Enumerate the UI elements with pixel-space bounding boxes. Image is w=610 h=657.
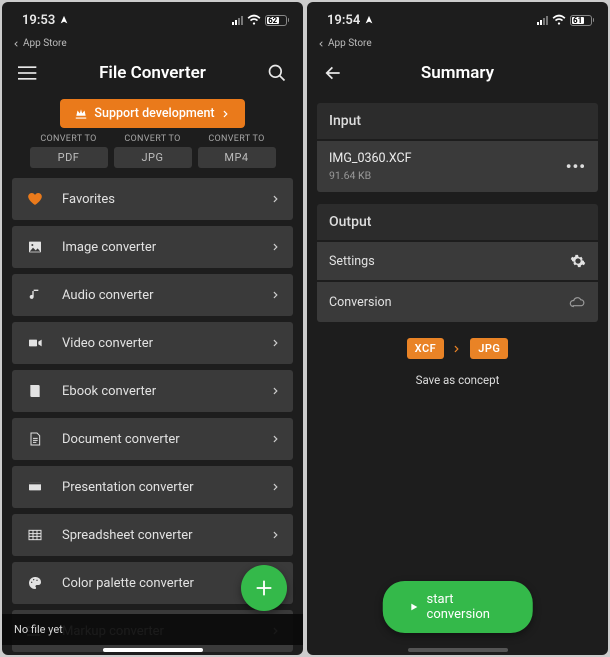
location-icon (59, 15, 69, 25)
app-header: Summary (307, 51, 608, 95)
chevron-right-icon (221, 109, 231, 119)
section-input-label: Input (317, 103, 598, 139)
format-badges: XCF JPG (317, 338, 598, 359)
signal-icon (537, 15, 548, 25)
source-format-badge[interactable]: XCF (407, 338, 445, 359)
page-title: Summary (421, 63, 494, 83)
chevron-right-icon (271, 290, 281, 300)
input-file-card[interactable]: IMG_0360.XCF 91.64 KB ••• (317, 141, 598, 192)
conversion-row[interactable]: Conversion (317, 282, 598, 322)
presentation-icon (24, 479, 46, 495)
video-icon (24, 335, 46, 351)
chevron-right-icon (271, 434, 281, 444)
spreadsheet-icon (24, 527, 46, 543)
chevron-right-icon (271, 242, 281, 252)
palette-icon (24, 575, 46, 591)
signal-icon (232, 15, 243, 25)
home-indicator[interactable] (103, 648, 203, 652)
start-conversion-button[interactable]: start conversion (382, 581, 533, 633)
gear-icon (570, 253, 586, 269)
chevron-right-icon (271, 338, 281, 348)
more-options-button[interactable]: ••• (566, 157, 586, 176)
location-icon (364, 15, 374, 25)
row-spreadsheet-converter[interactable]: Spreadsheet converter (12, 514, 293, 556)
input-file-size: 91.64 KB (329, 169, 412, 182)
image-icon (24, 239, 46, 255)
chip-convert-to-mp4[interactable]: CONVERT TO MP4 (198, 134, 276, 168)
wifi-icon (247, 13, 261, 27)
support-development-button[interactable]: Support development (60, 99, 244, 128)
chevron-right-icon (271, 530, 281, 540)
row-presentation-converter[interactable]: Presentation converter (12, 466, 293, 508)
chevron-right-icon (271, 386, 281, 396)
chevron-right-icon (452, 344, 462, 354)
chevron-right-icon (271, 482, 281, 492)
menu-button[interactable] (16, 61, 40, 85)
app-header: File Converter (2, 51, 303, 95)
crown-icon (74, 107, 88, 121)
system-back-app[interactable]: App Store (307, 38, 608, 51)
settings-row[interactable]: Settings (317, 242, 598, 280)
row-ebook-converter[interactable]: Ebook converter (12, 370, 293, 412)
row-video-converter[interactable]: Video converter (12, 322, 293, 364)
music-icon (24, 287, 46, 303)
heart-icon (24, 191, 46, 207)
convert-to-chips: CONVERT TO PDF CONVERT TO JPG CONVERT TO… (12, 134, 293, 168)
battery-icon: 61 (570, 15, 595, 26)
page-title: File Converter (99, 63, 206, 83)
book-icon (24, 383, 46, 399)
system-back-app[interactable]: App Store (2, 38, 303, 51)
add-file-fab[interactable] (241, 565, 287, 611)
row-audio-converter[interactable]: Audio converter (12, 274, 293, 316)
search-button[interactable] (265, 61, 289, 85)
home-indicator[interactable] (408, 648, 508, 652)
row-favorites[interactable]: Favorites (12, 178, 293, 220)
wifi-icon (552, 13, 566, 27)
chevron-right-icon (271, 194, 281, 204)
battery-icon: 62 (265, 15, 290, 26)
save-as-concept-link[interactable]: Save as concept (317, 373, 598, 387)
input-file-name: IMG_0360.XCF (329, 151, 412, 166)
status-time: 19:54 (327, 13, 360, 28)
document-icon (24, 431, 46, 447)
play-icon (408, 601, 418, 613)
status-time: 19:53 (22, 13, 55, 28)
plus-icon (253, 577, 275, 599)
status-bar: 19:53 62 (2, 2, 303, 38)
chip-convert-to-pdf[interactable]: CONVERT TO PDF (30, 134, 108, 168)
status-bar: 19:54 61 (307, 2, 608, 38)
chip-convert-to-jpg[interactable]: CONVERT TO JPG (114, 134, 192, 168)
cloud-icon (568, 293, 586, 311)
screen-summary: 19:54 61 App Store Summary Input IMG_036… (307, 2, 608, 655)
target-format-badge[interactable]: JPG (470, 338, 508, 359)
section-output-label: Output (317, 204, 598, 240)
screen-converter-list: 19:53 62 App Store File Converter Suppor… (2, 2, 303, 655)
back-button[interactable] (321, 61, 345, 85)
toast-no-file: No file yet (2, 614, 303, 645)
row-document-converter[interactable]: Document converter (12, 418, 293, 460)
row-image-converter[interactable]: Image converter (12, 226, 293, 268)
